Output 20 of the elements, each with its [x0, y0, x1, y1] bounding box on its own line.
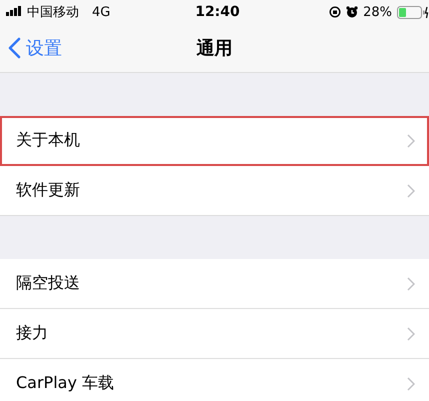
rotation-lock-icon	[329, 6, 342, 18]
carrier-name: 中国移动	[27, 4, 79, 21]
back-chevron-icon	[8, 37, 21, 59]
settings-row[interactable]: CarPlay 车载	[0, 359, 429, 401]
chevron-icon	[407, 276, 415, 290]
settings-row[interactable]: 隔空投送	[0, 259, 429, 309]
alarm-clock-icon	[346, 6, 358, 18]
back-button[interactable]: 设置	[0, 36, 62, 60]
battery-icon	[396, 6, 429, 18]
chevron-icon	[407, 134, 415, 148]
network-type: 4G	[92, 4, 110, 20]
settings-row[interactable]: 软件更新	[0, 166, 429, 216]
chevron-icon	[407, 184, 415, 198]
settings-row[interactable]: 接力	[0, 309, 429, 359]
screen-title: 通用	[196, 37, 232, 60]
chevron-icon	[407, 376, 415, 390]
battery-percent: 28%	[363, 4, 392, 20]
chevron-icon	[407, 326, 415, 340]
settings-row[interactable]: 关于本机	[0, 116, 429, 166]
clock-time: 12:40	[195, 4, 240, 20]
